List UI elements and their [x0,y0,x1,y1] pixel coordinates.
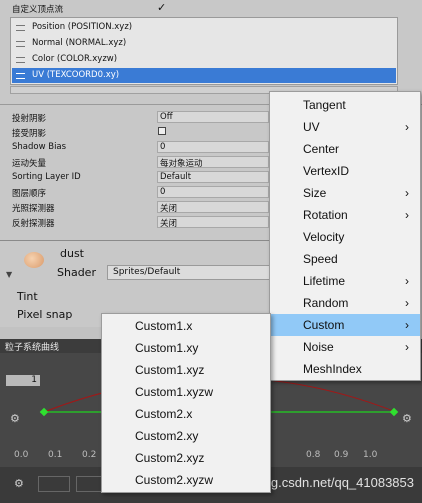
menu-item-rotation[interactable]: Rotation › [270,204,420,226]
submenu-arrow-icon: › [405,318,409,332]
menu-item-noise[interactable]: Noise › [270,336,420,358]
stream-item[interactable]: Position (POSITION.xyz) [12,20,396,35]
material-name: dust [60,247,84,260]
cast-shadows-value: Off [160,112,173,122]
shadow-bias-value: 0 [160,142,166,152]
drag-handle-icon[interactable] [16,41,25,47]
stream-item[interactable]: Color (COLOR.xyzw) [12,52,396,67]
menu-item-size[interactable]: Size › [270,182,420,204]
drag-handle-icon[interactable] [16,73,25,79]
x-tick: 0.0 [14,450,29,460]
menu-item-meshindex[interactable]: MeshIndex [270,358,420,380]
stream-item-selected[interactable]: UV (TEXCOORD0.xy) [12,68,396,83]
submenu-arrow-icon: › [405,296,409,310]
light-probes-label: 光照探测器 [12,204,55,214]
cast-shadows-label: 投射阴影 [12,114,47,124]
submenu-item-custom2-xyz[interactable]: Custom2.xyz [102,447,270,469]
menu-item-lifetime[interactable]: Lifetime › [270,270,420,292]
tint-label: Tint [17,290,38,303]
x-tick: 0.2 [82,450,97,460]
reflection-probes-label: 反射探测器 [12,219,55,229]
vertex-streams-checkbox[interactable]: ✓ [157,2,166,13]
menu-item-custom[interactable]: Custom › [270,314,420,336]
drag-handle-icon[interactable] [16,25,25,31]
menu-item-velocity[interactable]: Velocity [270,226,420,248]
shader-value: Sprites/Default [113,267,181,277]
submenu-item-custom2-xyzw[interactable]: Custom2.xyzw [102,469,270,491]
cast-shadows-dropdown[interactable] [157,111,269,123]
material-preview-icon [24,252,44,268]
receive-shadows-checkbox[interactable] [158,127,166,135]
submenu-arrow-icon: › [405,120,409,134]
menu-item-uv[interactable]: UV › [270,116,420,138]
motion-vectors-label: 运动矢量 [12,159,47,169]
custom-submenu: Custom1.x Custom1.xy Custom1.xyz Custom1… [101,313,271,493]
shadow-bias-field[interactable] [157,141,269,153]
receive-shadows-label: 接受阴影 [12,129,47,139]
stream-item[interactable]: Normal (NORMAL.xyz) [12,36,396,51]
x-tick: 0.9 [334,450,349,460]
menu-item-center[interactable]: Center [270,138,420,160]
curves-title: 粒子系统曲线 [5,343,60,353]
submenu-arrow-icon: › [405,186,409,200]
order-in-layer-label: 图层顺序 [12,189,47,199]
foldout-arrow-icon[interactable]: ▼ [6,270,12,279]
menu-item-vertexid[interactable]: VertexID [270,160,420,182]
curve-key [389,407,399,417]
order-in-layer-value: 0 [160,187,166,197]
submenu-arrow-icon: › [405,208,409,222]
pixel-snap-label: Pixel snap [17,308,73,321]
menu-item-random[interactable]: Random › [270,292,420,314]
vertex-stream-add-menu: Tangent UV › Center VertexID Size › Rotati… [269,91,421,381]
drag-handle-icon[interactable] [16,57,25,63]
x-tick: 0.1 [48,450,63,460]
submenu-item-custom1-xyzw[interactable]: Custom1.xyzw [102,381,270,403]
submenu-item-custom2-xy[interactable]: Custom2.xy [102,425,270,447]
preset-flat[interactable] [38,476,70,492]
motion-vectors-value: 每对象运动 [160,159,203,169]
menu-item-speed[interactable]: Speed [270,248,420,270]
submenu-item-custom1-xy[interactable]: Custom1.xy [102,337,270,359]
submenu-arrow-icon: › [405,274,409,288]
sorting-layer-label: Sorting Layer ID [12,172,81,182]
shadow-bias-label: Shadow Bias [12,142,67,152]
curve-key [39,407,49,417]
vertex-streams-label: 自定义顶点流 [12,5,64,15]
submenu-item-custom1-x[interactable]: Custom1.x [102,315,270,337]
presets-gear-icon[interactable]: ⚙ [14,477,24,490]
shader-label: Shader [57,266,96,279]
submenu-arrow-icon: › [405,340,409,354]
reflection-probes-value: 关闭 [160,219,178,229]
submenu-item-custom2-x[interactable]: Custom2.x [102,403,270,425]
menu-item-tangent[interactable]: Tangent [270,94,420,116]
light-probes-value: 关闭 [160,204,178,214]
vertex-streams-list: Position (POSITION.xyz) Normal (NORMAL.x… [10,17,398,85]
sorting-layer-value: Default [160,172,192,182]
x-tick: 1.0 [363,450,378,460]
order-in-layer-field[interactable] [157,186,269,198]
x-tick: 0.8 [306,450,321,460]
submenu-item-custom1-xyz[interactable]: Custom1.xyz [102,359,270,381]
